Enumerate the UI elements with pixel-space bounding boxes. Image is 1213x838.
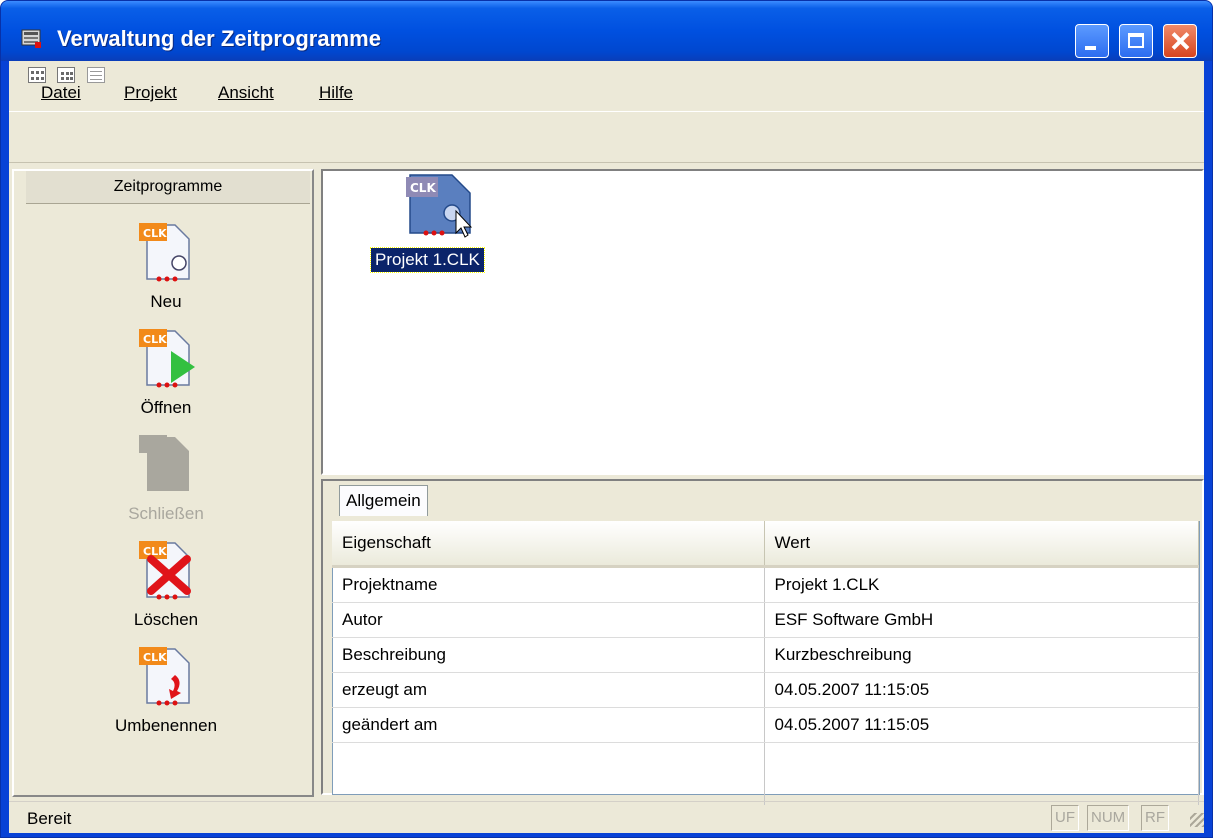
app-icon (21, 29, 41, 48)
properties-table: Eigenschaft Wert Projektname Projekt 1.CL… (332, 521, 1199, 805)
svg-text:CLK: CLK (143, 545, 167, 558)
title-bar[interactable]: Verwaltung der Zeitprogramme (1, 1, 1212, 61)
delete-button-label: Löschen (133, 610, 199, 629)
rename-button[interactable]: CLK Umbenennen (91, 645, 241, 736)
table-row[interactable]: Beschreibung Kurzbeschreibung (332, 637, 1199, 673)
menu-projekt[interactable]: Projekt (124, 83, 177, 103)
minimize-icon (1085, 46, 1096, 50)
toolbar (9, 111, 1204, 163)
table-row[interactable]: erzeugt am 04.05.2007 11:15:05 (332, 672, 1199, 708)
delete-button[interactable]: CLK Löschen (91, 539, 241, 630)
table-row[interactable]: Autor ESF Software GmbH (332, 602, 1199, 638)
table-row[interactable]: geändert am 04.05.2007 11:15:05 (332, 707, 1199, 743)
property-value: Kurzbeschreibung (764, 637, 1199, 673)
property-value: Projekt 1.CLK (764, 566, 1199, 603)
file-item-label[interactable]: Projekt 1.CLK (370, 247, 485, 273)
status-bar (9, 801, 1204, 834)
property-name: Autor (332, 602, 765, 638)
property-value: 04.05.2007 11:15:05 (764, 672, 1199, 708)
rename-file-icon: CLK (139, 647, 190, 706)
status-indicator-num: NUM (1087, 805, 1130, 831)
property-name: Projektname (332, 566, 765, 603)
property-name: Beschreibung (332, 637, 765, 673)
details-view-icon[interactable] (87, 67, 105, 83)
table-row-empty (332, 742, 1199, 805)
clk-file-icon[interactable]: CLK (404, 173, 472, 239)
menu-ansicht[interactable]: Ansicht (218, 83, 274, 103)
property-name: geändert am (332, 707, 765, 743)
svg-text:CLK: CLK (143, 333, 167, 346)
maximize-icon (1128, 33, 1144, 48)
small-icons-view-icon[interactable] (57, 67, 75, 83)
svg-text:CLK: CLK (143, 227, 167, 240)
table-header-row: Eigenschaft Wert (332, 521, 1199, 568)
svg-text:CLK: CLK (143, 651, 167, 664)
status-indicator-uf: UF (1051, 805, 1079, 831)
window-title: Verwaltung der Zeitprogramme (57, 26, 381, 51)
close-file-icon (139, 435, 189, 491)
column-header-eigenschaft[interactable]: Eigenschaft (332, 521, 765, 568)
delete-file-icon: CLK (139, 541, 191, 600)
main-window: Verwaltung der Zeitprogramme Datei Proje… (0, 0, 1213, 838)
close-button[interactable] (1163, 24, 1197, 58)
new-button[interactable]: CLK Neu (91, 221, 241, 312)
menu-datei[interactable]: Datei (41, 83, 81, 103)
status-indicator-rf: RF (1141, 805, 1169, 831)
column-header-wert[interactable]: Wert (764, 521, 1199, 568)
menu-hilfe[interactable]: Hilfe (319, 83, 353, 103)
property-name: erzeugt am (332, 672, 765, 708)
menu-bar: Datei Projekt Ansicht Hilfe (9, 61, 1204, 109)
panel-header: Zeitprogramme (26, 171, 310, 204)
tab-allgemein[interactable]: Allgemein (339, 485, 428, 516)
close-project-button[interactable]: Schließen (91, 433, 241, 524)
large-icons-view-icon[interactable] (28, 67, 46, 83)
new-button-label: Neu (150, 292, 182, 311)
resize-grip[interactable] (1190, 813, 1204, 827)
open-button-label: Öffnen (140, 398, 192, 417)
maximize-button[interactable] (1119, 24, 1153, 58)
svg-text:CLK: CLK (410, 181, 436, 195)
open-button[interactable]: CLK Öffnen (91, 327, 241, 418)
close-project-label: Schließen (128, 504, 204, 523)
rename-button-label: Umbenennen (114, 716, 218, 735)
status-text: Bereit (27, 809, 72, 828)
open-file-icon: CLK (139, 329, 195, 388)
new-file-icon: CLK (139, 223, 190, 282)
table-row[interactable]: Projektname Projekt 1.CLK (332, 566, 1199, 603)
property-value: 04.05.2007 11:15:05 (764, 707, 1199, 743)
minimize-button[interactable] (1075, 24, 1109, 58)
property-value: ESF Software GmbH (764, 602, 1199, 638)
